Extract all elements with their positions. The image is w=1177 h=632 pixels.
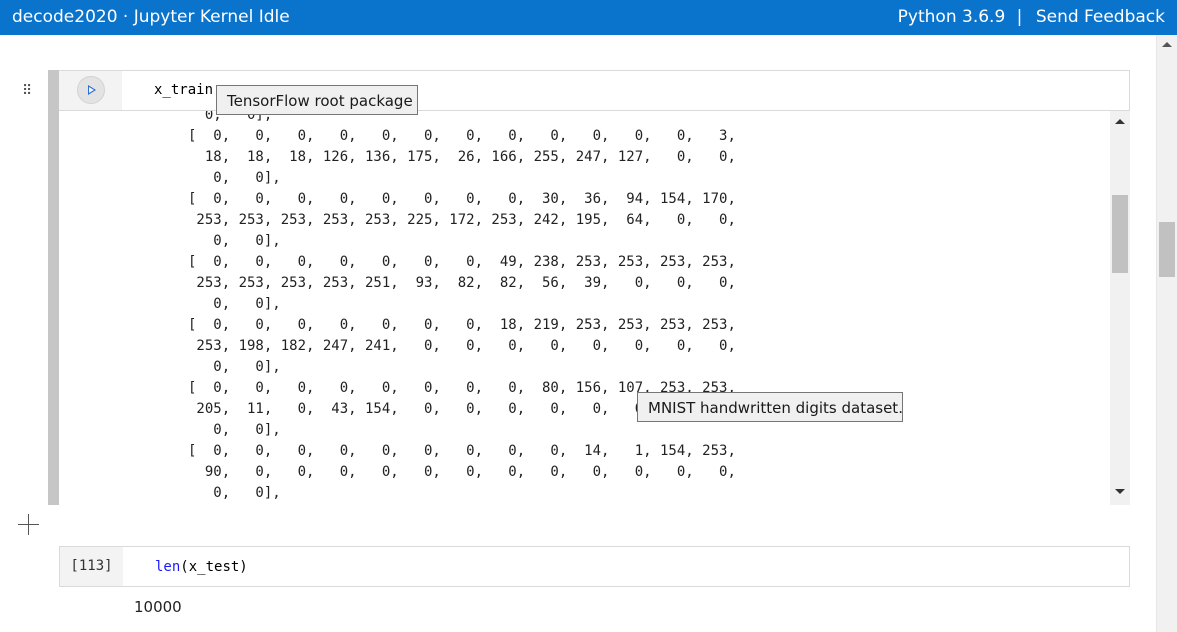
output-line: 0, 0], [188, 233, 281, 249]
cell-selection-bar [48, 70, 59, 505]
output-line: 253, 198, 182, 247, 241, 0, 0, 0, 0, 0, … [188, 338, 736, 354]
output-line: 253, 253, 253, 253, 253, 225, 172, 253, … [188, 212, 736, 228]
title-bar: decode2020 · Jupyter Kernel Idle Python … [0, 0, 1177, 35]
separator: | [1016, 7, 1023, 27]
kernel-version: Python 3.6.9 [897, 7, 1006, 27]
output-line: 0, 0], [188, 422, 281, 438]
notebook-title: decode2020 · Jupyter Kernel Idle [12, 7, 290, 27]
execution-count: [113] [60, 547, 123, 586]
run-cell-button[interactable] [77, 76, 105, 104]
cell-result: 10000 [134, 598, 182, 616]
cell-output: 0, 0], [ 0, 0, 0, 0, 0, 0, 0, 0, 0, 0, 0,… [59, 111, 1130, 505]
tensorflow-tooltip: TensorFlow root package [216, 85, 418, 115]
drag-handle-icon[interactable]: ⠿ [22, 83, 33, 99]
cell-code[interactable]: len(x_test) [155, 559, 248, 575]
builtin-function: len [155, 559, 181, 575]
output-line: 18, 18, 18, 126, 136, 175, 26, 166, 255,… [188, 149, 736, 165]
mnist-tooltip: MNIST handwritten digits dataset. [637, 392, 903, 422]
play-icon [88, 85, 96, 95]
output-line: [ 0, 0, 0, 0, 0, 0, 0, 0, 0, 0, 0, 139, … [188, 504, 736, 505]
output-scroll-thumb[interactable] [1112, 195, 1128, 273]
function-args: (x_test) [180, 559, 248, 575]
page-scroll-thumb[interactable] [1159, 222, 1175, 277]
output-line: 253, 253, 253, 253, 251, 93, 82, 82, 56,… [188, 275, 736, 291]
code-cell-active[interactable]: x_train 0, 0], [ 0, 0, 0, 0, 0, 0, 0, 0, … [48, 70, 1130, 505]
output-scroll-up-icon[interactable] [1115, 119, 1125, 124]
output-text: 0, 0], [ 0, 0, 0, 0, 0, 0, 0, 0, 0, 0, 0,… [188, 111, 736, 505]
output-line: [ 0, 0, 0, 0, 0, 0, 0, 0, 0, 14, 1, 154,… [188, 443, 736, 459]
output-line: [ 0, 0, 0, 0, 0, 0, 0, 49, 238, 253, 253… [188, 254, 736, 270]
cell-code[interactable]: x_train [154, 82, 213, 98]
topbar-right: Python 3.6.9 | Send Feedback [898, 0, 1165, 35]
output-scroll-down-icon[interactable] [1115, 489, 1125, 494]
output-scrollbar[interactable] [1110, 111, 1130, 505]
cell-prompt [59, 71, 122, 110]
scroll-up-arrow-icon[interactable] [1162, 42, 1172, 47]
output-line: 90, 0, 0, 0, 0, 0, 0, 0, 0, 0, 0, 0, 0, [188, 464, 736, 480]
page-scrollbar[interactable] [1156, 35, 1177, 632]
output-line: 0, 0], [188, 359, 281, 375]
add-cell-icon[interactable] [18, 514, 39, 535]
output-line: 0, 0], [188, 170, 281, 186]
output-line: [ 0, 0, 0, 0, 0, 0, 0, 0, 30, 36, 94, 15… [188, 191, 736, 207]
output-line: 0, 0], [188, 485, 281, 501]
code-cell[interactable]: [113] len(x_test) [59, 546, 1130, 587]
output-line: [ 0, 0, 0, 0, 0, 0, 0, 18, 219, 253, 253… [188, 317, 736, 333]
output-line: 0, 0], [188, 296, 281, 312]
output-line: [ 0, 0, 0, 0, 0, 0, 0, 0, 0, 0, 0, 0, 3, [188, 128, 736, 144]
send-feedback-link[interactable]: Send Feedback [1036, 7, 1165, 27]
